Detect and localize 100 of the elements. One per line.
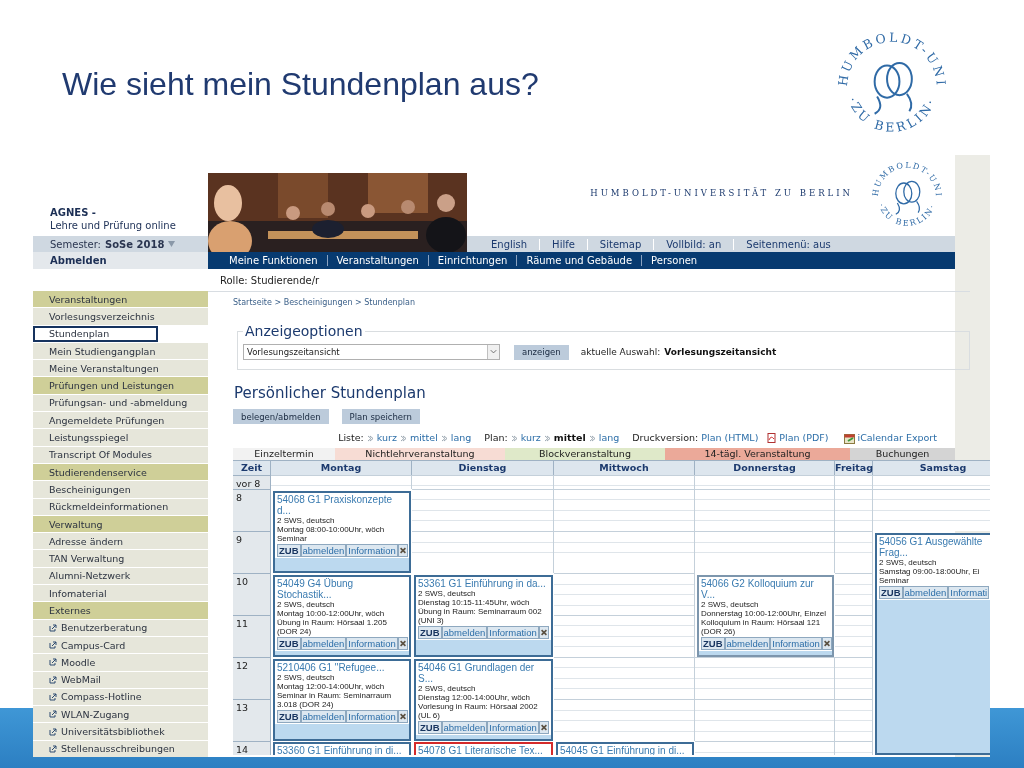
sidebar-section[interactable]: Veranstaltungen (33, 291, 208, 308)
legend-item: Einzeltermin (233, 448, 335, 460)
course-action[interactable]: Information (346, 710, 398, 723)
show-button[interactable]: anzeigen (514, 344, 569, 360)
sidebar-item[interactable]: WebMail (33, 671, 208, 688)
course-action[interactable]: ZUB (701, 637, 725, 650)
course-action[interactable]: ZUB (277, 710, 301, 723)
plan-button[interactable]: Plan speichern (341, 409, 420, 424)
remove-icon[interactable] (397, 637, 408, 650)
course-detail: Seminar (277, 534, 308, 543)
course-title[interactable]: 54068 G1 Praxiskonzepte d... (277, 494, 407, 516)
external-link-icon (49, 675, 57, 684)
remove-icon[interactable] (821, 637, 832, 650)
sidebar-section[interactable]: Externes (33, 602, 208, 619)
top-link[interactable]: English (479, 238, 540, 250)
course-detail: Vorlesung in Raum: Hörsaal 2002 (UL 6) (418, 702, 539, 720)
chevron-icon (366, 434, 374, 442)
sidebar-item[interactable]: Compass-Hotline (33, 688, 208, 706)
course-action[interactable]: Information (346, 637, 398, 650)
time-cell: 10 (233, 573, 271, 615)
course-detail: Samstag 09:00-18:00Uhr, Ei (879, 567, 981, 576)
sidebar-item[interactable]: Rückmeldeinformationen (33, 498, 208, 515)
course-action[interactable]: Information (487, 626, 539, 639)
view-option[interactable]: mittel (409, 432, 438, 444)
course-action[interactable]: ZUB (879, 586, 903, 599)
sidebar-item[interactable]: Adresse ändern (33, 533, 208, 550)
sidebar-item[interactable]: Stellenausschreibungen (33, 740, 208, 757)
course-action[interactable]: ZUB (418, 721, 442, 734)
top-link[interactable]: Seitenmenü: aus (733, 238, 843, 250)
course-action[interactable]: Information (487, 721, 539, 734)
export-link[interactable]: iCalendar Export (857, 432, 937, 444)
course-title[interactable]: 5210406 G1 "Refugee... (277, 662, 407, 673)
course-action[interactable]: abmelden (724, 637, 771, 650)
remove-icon[interactable] (397, 710, 408, 723)
view-option[interactable]: lang (598, 432, 620, 444)
course-detail: Seminar in Raum: Seminarraum 3.018 (DOR 24) (277, 691, 393, 709)
external-link-icon (49, 692, 57, 701)
sidebar-item[interactable]: WLAN-Zugang (33, 706, 208, 723)
nav-link[interactable]: Veranstaltungen (326, 255, 428, 266)
remove-icon[interactable] (397, 544, 408, 557)
sidebar-section[interactable]: Verwaltung (33, 515, 208, 533)
view-select[interactable]: Vorlesungszeitansicht (243, 344, 500, 360)
course-action[interactable]: abmelden (902, 586, 949, 599)
course-title[interactable]: 53361 G1 Einführung in da... (418, 578, 549, 589)
course-title[interactable]: 54056 G1 Ausgewählte Frag... (879, 536, 990, 558)
time-slot (835, 475, 873, 489)
sidebar-item[interactable]: Stundenplan (33, 325, 158, 342)
course-title[interactable]: 54078 G1 Literarische Tex... (418, 745, 549, 755)
sidebar-item[interactable]: TAN Verwaltung (33, 550, 208, 567)
course-action[interactable]: abmelden (441, 626, 488, 639)
view-option[interactable]: kurz (376, 432, 397, 444)
sidebar-item[interactable]: Angemeldete Prüfungen (33, 412, 208, 429)
top-link[interactable]: Hilfe (539, 238, 587, 250)
course-title[interactable]: 54066 G2 Kolloquium zur V... (701, 578, 830, 600)
print-link[interactable]: Plan (HTML) (701, 432, 759, 444)
sidebar-item[interactable]: Moodle (33, 654, 208, 671)
time-slot (835, 699, 873, 741)
course-action[interactable]: abmelden (300, 544, 347, 557)
sidebar-section[interactable]: Studierendenservice (33, 463, 208, 481)
course-title[interactable]: 54049 G4 Übung Stochastik... (277, 578, 407, 600)
course-action[interactable]: abmelden (441, 721, 488, 734)
view-option[interactable]: kurz (520, 432, 541, 444)
course-action[interactable]: ZUB (277, 637, 301, 650)
course-action[interactable]: Information (770, 637, 822, 650)
sidebar-item[interactable]: Campus-Card (33, 636, 208, 654)
sidebar-item[interactable]: Alumni-Netzwerk (33, 567, 208, 585)
semester-bar[interactable]: Semester: SoSe 2018 (33, 236, 208, 252)
sidebar-item[interactable]: Mein Studiengangplan (33, 342, 208, 360)
course-action[interactable]: abmelden (300, 637, 347, 650)
nav-link[interactable]: Räume und Gebäude (516, 255, 642, 266)
nav-link[interactable]: Einrichtungen (427, 255, 517, 266)
print-link[interactable]: Plan (PDF) (779, 432, 829, 444)
course-detail: Montag 08:00-10:00Uhr, wöch (277, 525, 386, 534)
course-title[interactable]: 54046 G1 Grundlagen der S... (418, 662, 549, 684)
course-action[interactable]: Informati (948, 586, 990, 599)
sidebar-item[interactable]: Transcript Of Modules (33, 446, 208, 463)
sidebar-item[interactable]: Prüfungsan- und -abmeldung (33, 394, 208, 412)
view-option[interactable]: lang (450, 432, 472, 444)
course-action[interactable]: abmelden (300, 710, 347, 723)
sidebar-section[interactable]: Prüfungen und Leistungen (33, 377, 208, 394)
sidebar-item[interactable]: Bescheinigungen (33, 481, 208, 498)
remove-icon[interactable] (538, 721, 549, 734)
nav-link[interactable]: Meine Funktionen (220, 255, 327, 266)
time-slot (835, 741, 873, 755)
view-option[interactable]: mittel (553, 432, 586, 444)
remove-icon[interactable] (538, 626, 549, 639)
nav-link[interactable]: Personen (641, 255, 707, 266)
sidebar-item[interactable]: Benutzerberatung (33, 619, 208, 636)
column-header: Donnerstag (695, 461, 835, 475)
top-link[interactable]: Sitemap (586, 238, 654, 250)
sidebar-item[interactable]: Universitätsbibliothek (33, 723, 208, 740)
sidebar-item[interactable]: Vorlesungsverzeichnis (33, 308, 208, 325)
sidebar-item[interactable]: Meine Veranstaltungen (33, 360, 208, 377)
top-link[interactable]: Vollbild: an (653, 238, 734, 250)
plan-button[interactable]: belegen/abmelden (233, 409, 329, 424)
course-action[interactable]: Information (346, 544, 398, 557)
sidebar-item[interactable]: Infomaterial (33, 585, 208, 602)
course-action[interactable]: ZUB (418, 626, 442, 639)
sidebar-item[interactable]: Leistungsspiegel (33, 429, 208, 446)
course-action[interactable]: ZUB (277, 544, 301, 557)
